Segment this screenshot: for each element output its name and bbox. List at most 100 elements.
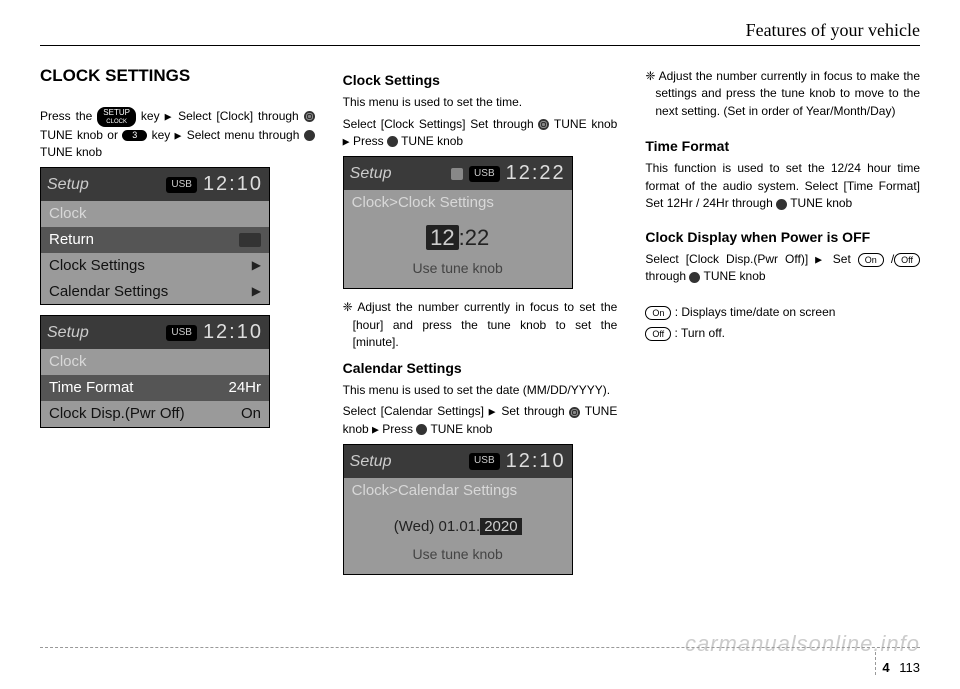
setup-clock-key-icon: SETUP CLOCK (97, 107, 136, 127)
year-focused: 2020 (480, 518, 521, 535)
screen-body: Clock Time Format 24Hr Clock Disp.(Pwr O… (41, 349, 269, 426)
text: : Displays time/date on screen (671, 305, 835, 319)
screen-status-icons: USB 12:10 (166, 318, 263, 347)
hint-text: Use tune knob (348, 544, 568, 564)
text: Set through (501, 404, 569, 418)
tune-knob-icon (416, 424, 427, 435)
column-3: ❈ Adjust the number currently in focus t… (645, 64, 920, 585)
minute: :22 (459, 225, 490, 250)
text: TUNE knob (704, 269, 766, 283)
on-pill-icon: On (858, 253, 884, 267)
text: Press the (40, 109, 97, 123)
p-calendar-1: This menu is used to set the date (MM/DD… (343, 382, 618, 399)
key-label-bottom: CLOCK (106, 119, 127, 125)
menu-item-clock-settings: Clock Settings ▶ (41, 253, 269, 279)
bluetooth-icon (451, 168, 463, 180)
text: TUNE knob (790, 196, 852, 210)
date-prefix: 01.01. (438, 518, 480, 535)
tune-knob-icon (538, 119, 549, 130)
text: Select menu through (187, 128, 304, 142)
on-pill-icon: On (645, 306, 671, 320)
usb-icon: USB (469, 453, 500, 470)
key-3-icon: 3 (122, 130, 147, 141)
text: TUNE knob (401, 134, 463, 148)
hint-text: Use tune knob (348, 258, 568, 278)
screen-status-icons: USB 12:10 (166, 170, 263, 199)
usb-icon: USB (166, 325, 197, 342)
screen-body: Clock Return Clock Settings ▶ Calendar S… (41, 201, 269, 304)
screen-clock: 12:10 (203, 318, 263, 347)
heading-clock-display-off: Clock Display when Power is OFF (645, 227, 920, 247)
text: Press (382, 422, 416, 436)
text: Select [Clock] through (178, 109, 304, 123)
text: Clock Settings (49, 255, 145, 277)
radio-screen-clock-settings: Setup USB 12:22 Clock>Clock Settings 12:… (343, 156, 573, 289)
text: TUNE knob or (40, 128, 122, 142)
off-pill-icon: Off (894, 253, 920, 267)
screen-status-icons: USB 12:22 (451, 159, 566, 188)
text: through (645, 269, 689, 283)
tune-knob-icon (569, 407, 580, 418)
value: On (241, 403, 261, 425)
p-clock-settings-1: This menu is used to set the time. (343, 94, 618, 111)
arrow-icon: ▶ (175, 130, 183, 140)
header-title: Features of your vehicle (746, 20, 920, 40)
arrow-icon: ▶ (372, 424, 379, 434)
menu-item-time-format: Time Format 24Hr (41, 375, 269, 401)
text: : Turn off. (671, 326, 725, 340)
screen-topbar: Setup USB 12:10 (344, 445, 572, 478)
screen-clock: 12:22 (506, 159, 566, 188)
usb-icon: USB (469, 166, 500, 183)
screen-setup-label: Setup (350, 162, 392, 185)
screen-title-row: Clock (41, 201, 269, 227)
screen-setup-label: Setup (350, 450, 392, 473)
text: Press (353, 134, 387, 148)
usb-icon: USB (166, 177, 197, 194)
text: Clock (49, 203, 87, 225)
hour-focused: 12 (426, 225, 458, 250)
text: key (152, 128, 175, 142)
heading-time-format: Time Format (645, 136, 920, 156)
date-editor: (Wed) 01.01.2020 (348, 510, 568, 540)
arrow-icon: ▶ (815, 254, 826, 264)
text: TUNE knob (554, 117, 617, 131)
note-year-month-day: ❈ Adjust the number currently in focus t… (645, 68, 920, 120)
text: key (141, 109, 165, 123)
page-header: Features of your vehicle (40, 20, 920, 46)
screen-status-icons: USB 12:10 (469, 447, 566, 476)
legend-on: On : Displays time/date on screen (645, 304, 920, 321)
return-icon (239, 233, 261, 247)
text: TUNE knob (430, 422, 492, 436)
text: Set (833, 252, 858, 266)
p-calendar-2: Select [Calendar Settings] ▶ Set through… (343, 403, 618, 438)
column-2: Clock Settings This menu is used to set … (343, 64, 618, 585)
p-clock-disp: Select [Clock Disp.(Pwr Off)] ▶ Set On /… (645, 251, 920, 286)
screen-clock: 12:10 (506, 447, 566, 476)
menu-item-return: Return (41, 227, 269, 253)
chapter-number: 4 (875, 652, 895, 675)
key-label-top: SETUP (103, 108, 130, 117)
legend-off: Off : Turn off. (645, 325, 920, 342)
screen-body: (Wed) 01.01.2020 Use tune knob (344, 504, 572, 574)
text: Calendar Settings (49, 281, 168, 303)
content-columns: CLOCK SETTINGS Press the SETUP CLOCK key… (40, 64, 920, 585)
heading-clock-settings: CLOCK SETTINGS (40, 64, 315, 89)
page-number: 113 (899, 660, 920, 675)
arrow-icon: ▶ (165, 111, 174, 121)
text: TUNE knob (40, 145, 102, 159)
radio-screen-clock-menu-1: Setup USB 12:10 Clock Return Clock Setti… (40, 167, 270, 305)
tune-knob-icon (776, 199, 787, 210)
screen-breadcrumb: Clock>Calendar Settings (344, 478, 572, 504)
p-clock-settings-2: Select [Clock Settings] Set through TUNE… (343, 116, 618, 151)
tune-knob-icon (304, 111, 315, 122)
value: 24Hr (228, 377, 261, 399)
column-1: CLOCK SETTINGS Press the SETUP CLOCK key… (40, 64, 315, 585)
screen-setup-label: Setup (47, 321, 89, 344)
chevron-right-icon: ▶ (252, 283, 261, 300)
tune-knob-icon (304, 130, 315, 141)
screen-title-row: Clock (41, 349, 269, 375)
tune-knob-icon (689, 272, 700, 283)
off-pill-icon: Off (645, 327, 671, 341)
heading-clock-settings-sub: Clock Settings (343, 70, 618, 90)
screen-body: 12:22 Use tune knob (344, 216, 572, 288)
